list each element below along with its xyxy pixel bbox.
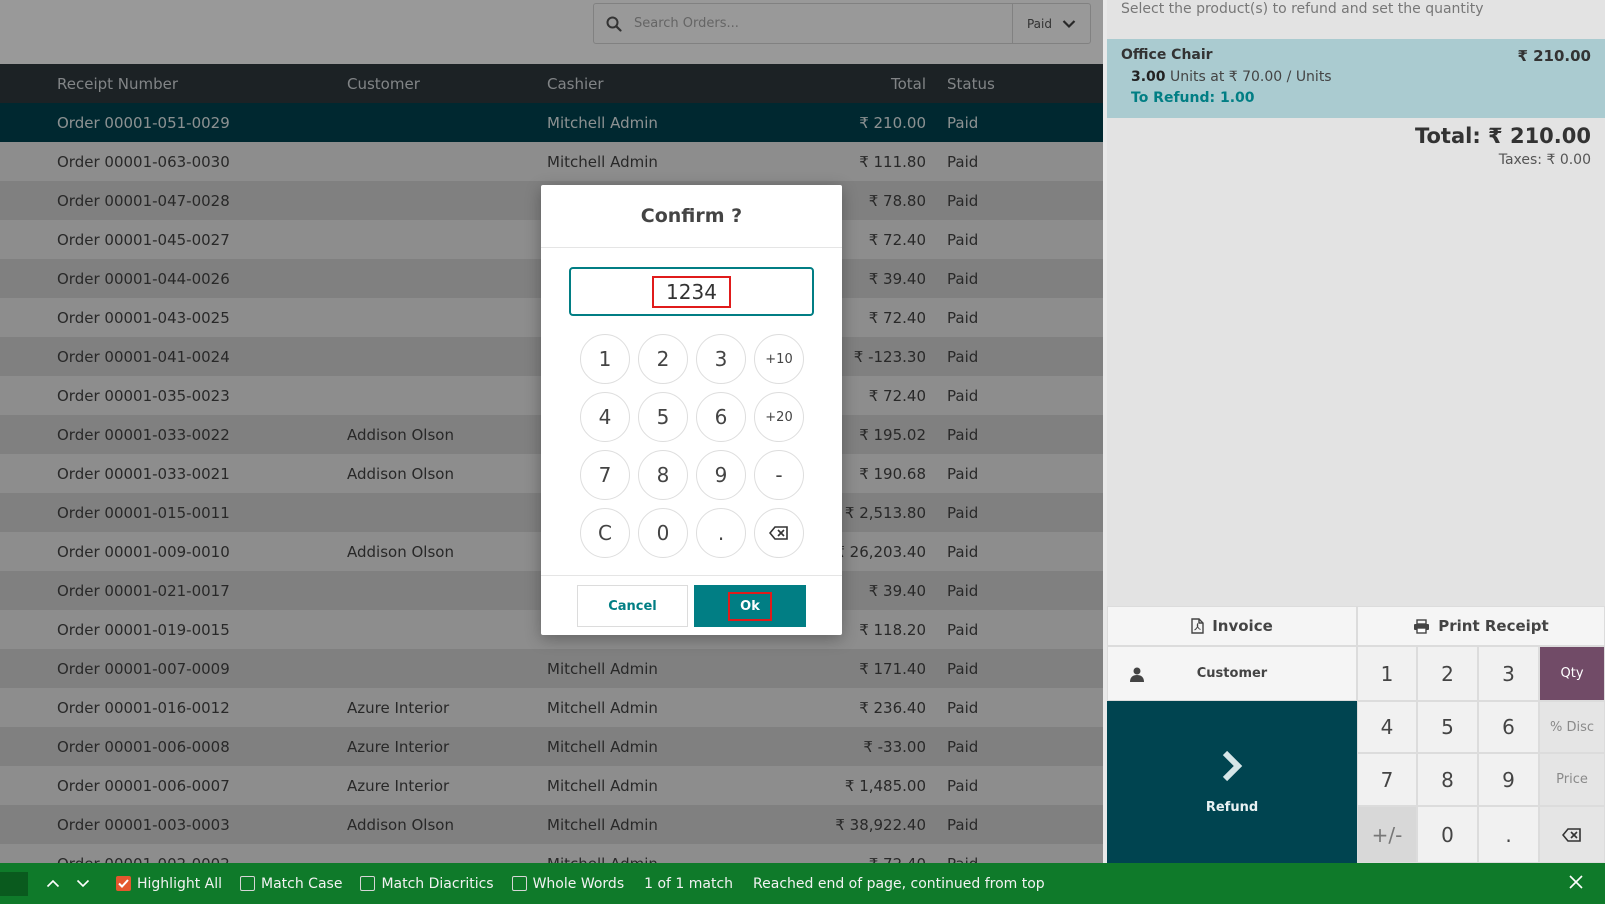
orderline-price: ₹ 210.00: [1517, 47, 1591, 65]
checkbox[interactable]: [511, 876, 527, 891]
find-match-count: 1 of 1 match: [644, 875, 734, 892]
dialog-key[interactable]: 5: [638, 392, 688, 442]
numpad-key[interactable]: 1: [1357, 646, 1417, 701]
find-bar: Highlight All Match Case Match Diacritics W…: [0, 863, 1605, 904]
find-option-whole-words[interactable]: Whole Words: [511, 875, 625, 892]
dialog-key[interactable]: 9: [696, 450, 746, 500]
checkbox[interactable]: [360, 876, 376, 891]
dialog-title: Confirm ?: [541, 185, 842, 248]
chevron-down-icon: [76, 879, 90, 888]
find-option-label: Whole Words: [532, 875, 625, 892]
orderline-qty: 3.00: [1131, 69, 1166, 85]
dialog-key[interactable]: .: [696, 508, 746, 558]
dialog-value: 1234: [652, 275, 731, 308]
ok-button[interactable]: Ok: [694, 585, 806, 627]
dialog-key-backspace[interactable]: [754, 508, 804, 558]
numpad-key[interactable]: 3: [1478, 646, 1539, 701]
numpad-key[interactable]: 8: [1417, 753, 1478, 806]
find-option-label: Match Case: [261, 875, 343, 892]
print-receipt-button[interactable]: Print Receipt: [1357, 606, 1605, 646]
dialog-value-field[interactable]: 1234: [569, 267, 814, 316]
dialog-footer: Cancel Ok: [541, 575, 842, 635]
orderline-office-chair[interactable]: Office Chair ₹ 210.00 3.00 Units at ₹ 70…: [1107, 39, 1605, 118]
find-option-label: Highlight All: [137, 875, 223, 892]
customer-label: Customer: [1196, 666, 1268, 681]
numpad-key[interactable]: 4: [1357, 701, 1417, 753]
numpad-key[interactable]: 0: [1417, 806, 1478, 863]
invoice-label: Invoice: [1212, 617, 1273, 635]
print-receipt-label: Print Receipt: [1438, 617, 1549, 635]
backspace-icon: [1562, 827, 1581, 842]
refund-hint: Select the product(s) to refund and set …: [1121, 1, 1484, 17]
numpad-key[interactable]: +/-: [1357, 806, 1417, 863]
numpad-key[interactable]: 5: [1417, 701, 1478, 753]
numpad-key[interactable]: .: [1478, 806, 1539, 863]
dialog-key[interactable]: 7: [580, 450, 630, 500]
refund-taxes: Taxes: ₹ 0.00: [1498, 152, 1591, 168]
find-next-button[interactable]: [68, 879, 98, 888]
refund-total: Total: ₹ 210.00: [1414, 124, 1591, 148]
dialog-key[interactable]: 6: [696, 392, 746, 442]
chevron-up-icon: [46, 879, 60, 888]
numpad-backspace-button[interactable]: [1539, 806, 1605, 863]
numpad-key[interactable]: 2: [1417, 646, 1478, 701]
orderline-to-refund: To Refund: 1.00: [1131, 90, 1255, 106]
find-option-label: Match Diacritics: [381, 875, 494, 892]
ok-button-label: Ok: [728, 591, 772, 621]
dialog-key[interactable]: 0: [638, 508, 688, 558]
orderline-qty-detail: Units at ₹ 70.00 / Units: [1165, 69, 1332, 85]
orderline-product-name: Office Chair: [1121, 47, 1213, 63]
find-previous-button[interactable]: [38, 879, 68, 888]
numpad-mode-price[interactable]: Price: [1539, 753, 1605, 806]
control-pad: Invoice Print Receipt Customer Refund 12…: [1107, 606, 1605, 863]
dialog-key[interactable]: 2: [638, 334, 688, 384]
user-icon: [1130, 667, 1144, 682]
find-status: Reached end of page, continued from top: [753, 875, 1045, 892]
cancel-button[interactable]: Cancel: [577, 585, 688, 627]
dialog-numpad: 1 2 3 +10 4 5 6 +20 7 8 9- C 0.: [580, 334, 810, 558]
find-option-highlight-all[interactable]: Highlight All: [116, 876, 222, 892]
checkbox[interactable]: [116, 876, 131, 891]
refund-button[interactable]: Refund: [1107, 701, 1357, 863]
numpad-mode-disc[interactable]: % Disc: [1539, 701, 1605, 753]
numpad-key[interactable]: 9: [1478, 753, 1539, 806]
dialog-key[interactable]: +20: [754, 392, 804, 442]
find-options: Highlight All Match Case Match Diacritics W…: [98, 876, 624, 892]
confirm-dialog: Confirm ? 1234 1 2 3 +10 4 5 6 +20 7 8 9- C 0. Cance…: [541, 185, 842, 635]
file-pdf-icon: [1191, 618, 1204, 634]
chevron-right-icon: [1222, 750, 1243, 781]
numpad-key[interactable]: 7: [1357, 753, 1417, 806]
numpad-key[interactable]: 6: [1478, 701, 1539, 753]
find-input[interactable]: [0, 871, 28, 896]
invoice-button[interactable]: Invoice: [1107, 606, 1357, 646]
refund-panel: Select the product(s) to refund and set …: [1107, 0, 1605, 863]
find-option-match-case[interactable]: Match Case: [240, 876, 342, 892]
dialog-key[interactable]: +10: [754, 334, 804, 384]
customer-button[interactable]: Customer: [1107, 646, 1357, 701]
close-icon: [1569, 875, 1583, 889]
checkmark-icon: [118, 879, 129, 888]
dialog-key[interactable]: 4: [580, 392, 630, 442]
checkbox[interactable]: [240, 876, 256, 891]
numpad-mode-qty[interactable]: Qty: [1539, 646, 1605, 701]
dialog-key[interactable]: 1: [580, 334, 630, 384]
backspace-icon: [769, 526, 788, 540]
print-icon: [1414, 618, 1430, 634]
orderline-quantity-info: 3.00 Units at ₹ 70.00 / Units: [1131, 69, 1332, 85]
dialog-key[interactable]: -: [754, 450, 804, 500]
dialog-key[interactable]: 8: [638, 450, 688, 500]
dialog-key[interactable]: C: [580, 508, 630, 558]
refund-label: Refund: [1205, 799, 1259, 815]
dialog-key[interactable]: 3: [696, 334, 746, 384]
close-find-bar-button[interactable]: [1569, 875, 1583, 893]
find-option-match-diacritics[interactable]: Match Diacritics: [360, 875, 494, 892]
